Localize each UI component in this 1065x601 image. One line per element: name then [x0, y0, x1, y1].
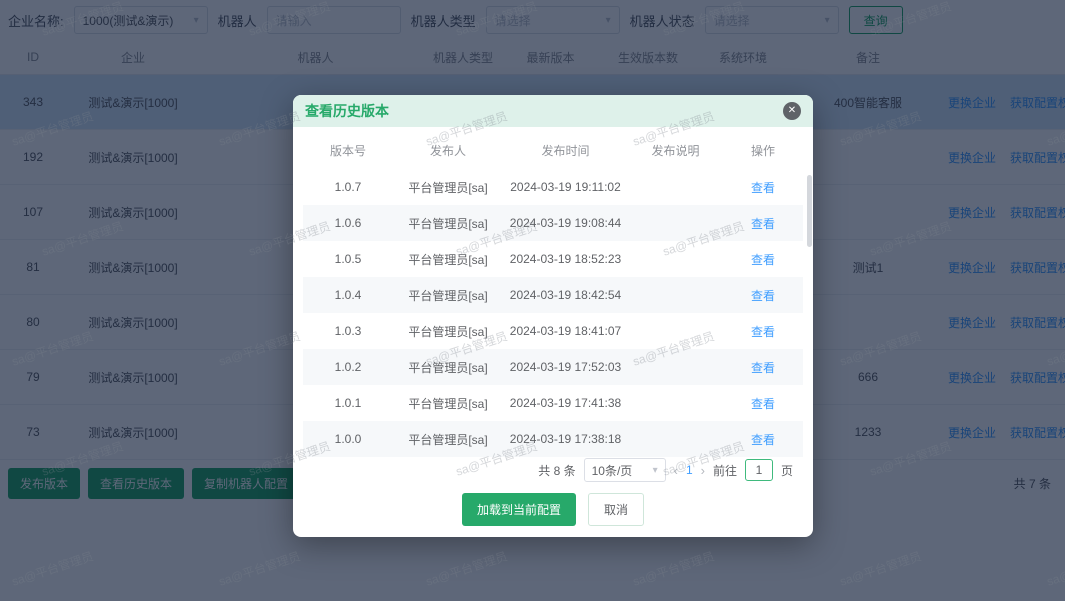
cell-publisher: 平台管理员[sa]: [408, 324, 488, 339]
modal-header: 查看历史版本 ✕: [293, 95, 813, 127]
view-version-link[interactable]: 查看: [723, 215, 803, 232]
col-publish-note: 发布说明: [651, 143, 700, 158]
pagination: 共 8 条 10条/页 ▾ ‹ 1 › 前往 页: [303, 457, 803, 483]
version-row: 1.0.2 平台管理员[sa] 2024-03-19 17:52:03 查看: [303, 349, 803, 385]
cell-publish-time: 2024-03-19 19:08:44: [509, 216, 622, 230]
cancel-button[interactable]: 取消: [588, 493, 645, 526]
cell-version: 1.0.2: [334, 360, 362, 374]
view-version-link[interactable]: 查看: [723, 287, 803, 304]
version-row: 1.0.6 平台管理员[sa] 2024-03-19 19:08:44 查看: [303, 205, 803, 241]
version-row: 1.0.7 平台管理员[sa] 2024-03-19 19:11:02 查看: [303, 169, 803, 205]
cell-publisher: 平台管理员[sa]: [408, 216, 488, 231]
view-version-link[interactable]: 查看: [723, 251, 803, 268]
page-number[interactable]: 1: [686, 463, 693, 477]
cell-publish-time: 2024-03-19 18:42:54: [509, 288, 622, 302]
cell-publisher: 平台管理员[sa]: [408, 360, 488, 375]
scrollbar-thumb[interactable]: [807, 175, 812, 247]
goto-label: 前往: [712, 463, 737, 478]
cell-publish-time: 2024-03-19 19:11:02: [510, 180, 621, 194]
close-icon[interactable]: ✕: [783, 102, 801, 120]
next-page-icon[interactable]: ›: [701, 463, 705, 478]
load-to-current-config-button[interactable]: 加载到当前配置: [461, 493, 576, 526]
col-operation: 操作: [750, 143, 775, 158]
cell-publisher: 平台管理员[sa]: [408, 252, 488, 267]
version-row: 1.0.4 平台管理员[sa] 2024-03-19 18:42:54 查看: [303, 277, 803, 313]
page-size-value: 10条/页: [591, 463, 633, 478]
cell-version: 1.0.3: [334, 324, 362, 338]
cell-version: 1.0.0: [334, 432, 362, 446]
caret-down-icon: ▾: [652, 464, 658, 476]
col-version: 版本号: [329, 143, 366, 158]
cell-version: 1.0.6: [334, 216, 362, 230]
version-row: 1.0.5 平台管理员[sa] 2024-03-19 18:52:23 查看: [303, 241, 803, 277]
cell-publish-time: 2024-03-19 17:52:03: [509, 360, 622, 374]
cell-publisher: 平台管理员[sa]: [408, 396, 488, 411]
cell-version: 1.0.1: [334, 396, 362, 410]
view-version-link[interactable]: 查看: [723, 323, 803, 340]
prev-page-icon[interactable]: ‹: [674, 463, 678, 478]
cell-publish-time: 2024-03-19 18:41:07: [509, 324, 622, 338]
cell-version: 1.0.4: [334, 288, 362, 302]
modal-body: 版本号 发布人 发布时间 发布说明 操作 1.0.7 平台管理员[sa] 202…: [293, 127, 813, 483]
goto-page-input[interactable]: [744, 459, 773, 481]
col-publish-time: 发布时间: [541, 143, 590, 158]
version-row: 1.0.1 平台管理员[sa] 2024-03-19 17:41:38 查看: [303, 385, 803, 421]
cell-publish-time: 2024-03-19 18:52:23: [509, 252, 622, 266]
view-version-link[interactable]: 查看: [723, 431, 803, 448]
version-row: 1.0.0 平台管理员[sa] 2024-03-19 17:38:18 查看: [303, 421, 803, 457]
cell-publish-time: 2024-03-19 17:41:38: [509, 396, 622, 410]
cell-publisher: 平台管理员[sa]: [408, 288, 488, 303]
pagination-total: 共 8 条: [538, 463, 576, 478]
cell-publish-time: 2024-03-19 17:38:18: [509, 432, 622, 446]
goto-suffix: 页: [780, 463, 793, 478]
page-size-select[interactable]: 10条/页 ▾: [583, 458, 666, 482]
version-row: 1.0.3 平台管理员[sa] 2024-03-19 18:41:07 查看: [303, 313, 803, 349]
cell-publisher: 平台管理员[sa]: [408, 432, 488, 447]
view-version-link[interactable]: 查看: [723, 359, 803, 376]
version-table-header: 版本号 发布人 发布时间 发布说明 操作: [303, 131, 803, 169]
col-publisher: 发布人: [429, 143, 466, 158]
view-version-link[interactable]: 查看: [723, 179, 803, 196]
cell-version: 1.0.7: [334, 180, 362, 194]
version-table-body: 1.0.7 平台管理员[sa] 2024-03-19 19:11:02 查看 1…: [303, 169, 803, 457]
history-version-modal: 查看历史版本 ✕ 版本号 发布人 发布时间 发布说明 操作 1.0.7 平台管理…: [293, 95, 813, 537]
cell-version: 1.0.5: [334, 252, 362, 266]
view-version-link[interactable]: 查看: [723, 395, 803, 412]
modal-footer: 加载到当前配置 取消: [293, 483, 813, 540]
modal-title: 查看历史版本: [305, 103, 389, 119]
cell-publisher: 平台管理员[sa]: [408, 180, 488, 195]
